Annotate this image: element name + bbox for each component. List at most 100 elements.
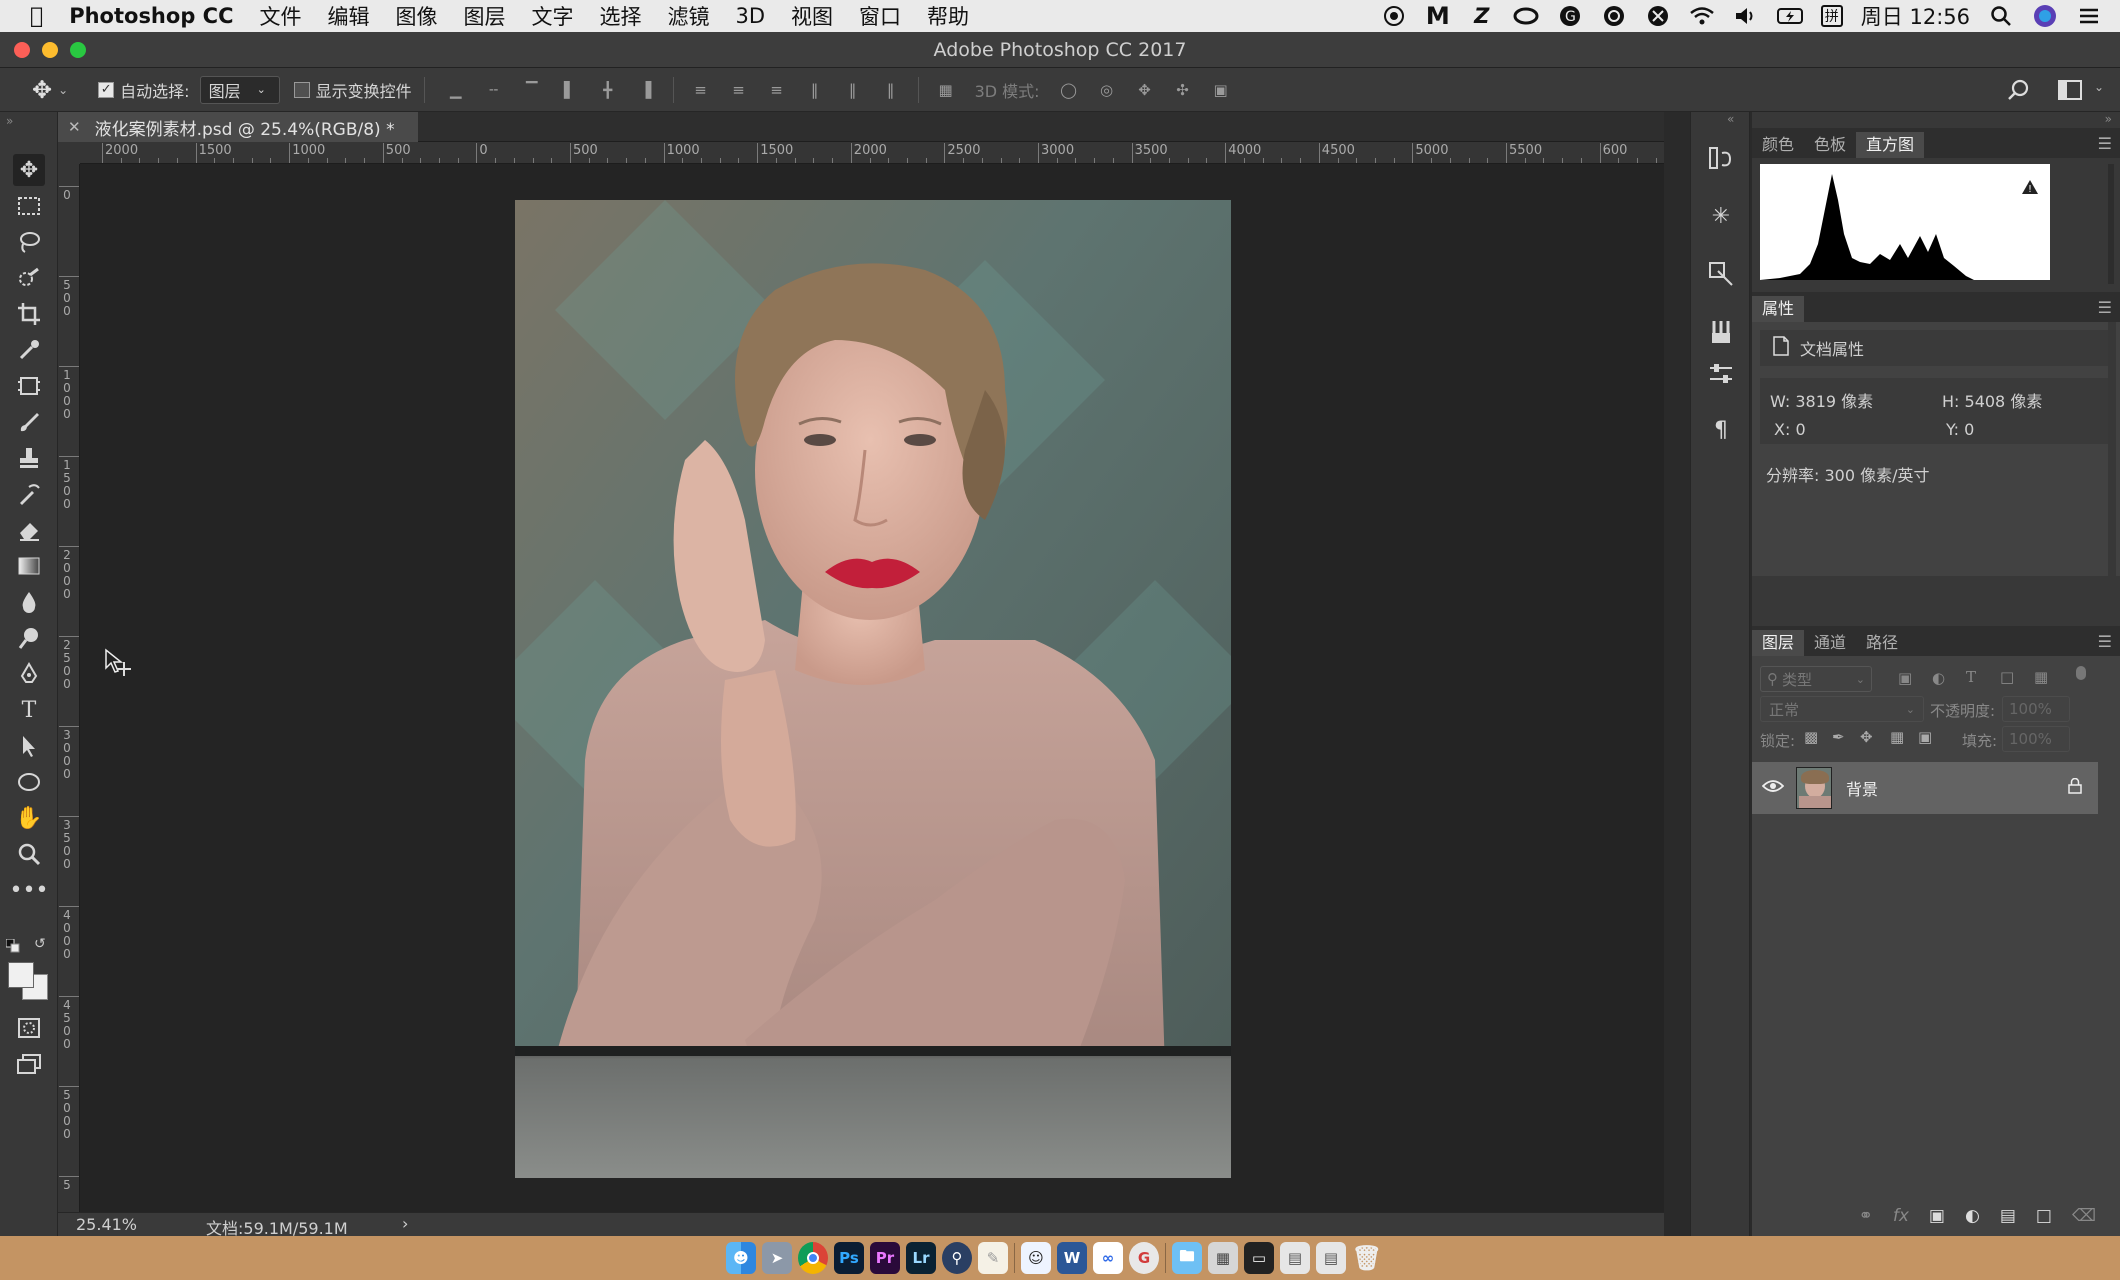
ellipse-tool-icon[interactable]: [13, 766, 45, 798]
lightroom-icon[interactable]: Lr: [906, 1242, 936, 1274]
path-selection-tool-icon[interactable]: [13, 730, 45, 762]
auto-select-checkbox[interactable]: ✓: [98, 81, 115, 98]
opacity-input[interactable]: 100%: [2002, 696, 2070, 722]
ruler-origin[interactable]: [58, 142, 80, 164]
z-app-icon[interactable]: Z: [1469, 4, 1495, 28]
zoom-window-button[interactable]: [70, 42, 86, 58]
pen-tool-icon[interactable]: [13, 658, 45, 690]
distribute-hcenter-icon[interactable]: ‖: [841, 78, 865, 102]
grammarly-dock-icon[interactable]: G: [1129, 1242, 1159, 1274]
blur-tool-icon[interactable]: [13, 586, 45, 618]
visibility-eye-icon[interactable]: [1761, 779, 1785, 797]
3d-slide-icon[interactable]: ✣: [1171, 78, 1195, 102]
crop-tool-icon[interactable]: [13, 298, 45, 330]
notes-icon[interactable]: ✎: [978, 1242, 1008, 1274]
dodge-tool-icon[interactable]: [13, 622, 45, 654]
y-value[interactable]: Y: 0: [1946, 420, 1974, 439]
input-method-icon[interactable]: 拼: [1820, 5, 1843, 27]
layer-name[interactable]: 背景: [1846, 776, 1878, 800]
tab-layers[interactable]: 图层: [1752, 630, 1805, 656]
search-icon[interactable]: [2006, 77, 2032, 103]
brushes-panel-icon[interactable]: [1705, 316, 1737, 348]
swap-colors-icon[interactable]: ↺: [34, 936, 46, 952]
document-tab[interactable]: ✕ 液化案例素材.psd @ 25.4%(RGB/8) *: [58, 112, 418, 142]
app-menu[interactable]: Photoshop CC: [69, 4, 233, 28]
quicktime-icon[interactable]: ⚲: [942, 1242, 972, 1274]
creative-cloud-icon[interactable]: [1513, 5, 1539, 27]
apple-icon[interactable]: : [30, 4, 43, 29]
panel-menu-icon[interactable]: ☰: [2098, 632, 2112, 651]
layer-row[interactable]: 背景: [1752, 762, 2098, 814]
distribute-bottom-icon[interactable]: ≡: [765, 78, 789, 102]
horizontal-ruler[interactable]: 2000 1500 1000 500 0 500 1000 1500 2000 2500 3000 3…: [80, 142, 1664, 164]
frame-tool-icon[interactable]: [13, 370, 45, 402]
qq-icon[interactable]: ☺: [1021, 1242, 1051, 1274]
info-panel-icon[interactable]: [1705, 258, 1737, 290]
lock-image-icon[interactable]: ✒: [1832, 728, 1845, 746]
close-window-button[interactable]: [14, 42, 30, 58]
tab-channels[interactable]: 通道: [1804, 630, 1856, 656]
more-tools-icon[interactable]: •••: [10, 874, 49, 906]
lasso-tool-icon[interactable]: [13, 226, 45, 258]
clone-stamp-tool-icon[interactable]: [13, 442, 45, 474]
align-top-icon[interactable]: ▁: [444, 78, 468, 102]
marquee-tool-icon[interactable]: [13, 190, 45, 222]
width-value[interactable]: W: 3819 像素: [1770, 388, 1873, 412]
move-tool-preset-icon[interactable]: ✥: [32, 76, 52, 104]
document-stack-icon[interactable]: ▤: [1280, 1242, 1310, 1274]
sync-icon[interactable]: [1601, 5, 1627, 27]
new-group-icon[interactable]: ▤: [2000, 1206, 2016, 1226]
menu-view[interactable]: 视图: [791, 1, 833, 31]
adjustment-layer-icon[interactable]: ◐: [1965, 1206, 1980, 1226]
panel-menu-icon[interactable]: ☰: [2098, 298, 2112, 317]
3d-pan-icon[interactable]: ✥: [1133, 78, 1157, 102]
foreground-color-swatch[interactable]: [8, 962, 34, 988]
spotlight-search-icon[interactable]: [1988, 5, 2014, 27]
menu-layer[interactable]: 图层: [463, 1, 505, 31]
launchpad-icon[interactable]: ➤: [762, 1242, 792, 1274]
histogram-scrollbar[interactable]: [2108, 164, 2114, 284]
menu-filter[interactable]: 滤镜: [667, 1, 709, 31]
properties-scrollbar[interactable]: [2108, 322, 2116, 576]
history-panel-icon[interactable]: [1705, 142, 1737, 174]
height-value[interactable]: H: 5408 像素: [1942, 388, 2042, 412]
x-value[interactable]: X: 0: [1774, 420, 1806, 439]
bluetooth-app-icon[interactable]: [1645, 5, 1671, 27]
distribute-top-icon[interactable]: ≡: [689, 78, 713, 102]
hand-tool-icon[interactable]: ✋: [13, 802, 45, 834]
folder-icon[interactable]: 🖿: [1172, 1242, 1202, 1274]
new-layer-icon[interactable]: □: [2036, 1206, 2052, 1226]
grammarly-icon[interactable]: G: [1557, 5, 1583, 27]
3d-scale-icon[interactable]: ▣: [1209, 78, 1233, 102]
menu-select[interactable]: 选择: [599, 1, 641, 31]
distribute-vcenter-icon[interactable]: ≡: [727, 78, 751, 102]
trash-icon[interactable]: ⌫: [2072, 1206, 2096, 1226]
record-icon[interactable]: [1381, 5, 1407, 27]
navigator-panel-icon[interactable]: ✳: [1705, 200, 1737, 232]
eraser-tool-icon[interactable]: [13, 514, 45, 546]
panel-menu-icon[interactable]: ☰: [2098, 134, 2112, 153]
tab-histogram[interactable]: 直方图: [1856, 132, 1925, 158]
zoom-tool-icon[interactable]: [13, 838, 45, 870]
volume-icon[interactable]: [1733, 5, 1759, 27]
align-bottom-icon[interactable]: ▔: [520, 78, 544, 102]
trash-dock-icon[interactable]: 🗑: [1352, 1242, 1382, 1274]
add-mask-icon[interactable]: ▣: [1929, 1206, 1945, 1226]
menu-window[interactable]: 窗口: [859, 1, 901, 31]
tab-properties[interactable]: 属性: [1752, 296, 1805, 322]
minimize-window-button[interactable]: [42, 42, 58, 58]
workspace-switcher-icon[interactable]: [2058, 79, 2082, 105]
tab-color[interactable]: 颜色: [1752, 132, 1804, 158]
menu-help[interactable]: 帮助: [927, 1, 969, 31]
filter-pixel-icon[interactable]: ▣: [1898, 669, 1912, 687]
align-vertical-center-icon[interactable]: ╌: [482, 78, 506, 102]
brush-tool-icon[interactable]: [13, 406, 45, 438]
screen-mode-icon[interactable]: [13, 1048, 45, 1080]
align-horizontal-center-icon[interactable]: ╋: [596, 78, 620, 102]
filter-toggle-icon[interactable]: [2076, 666, 2086, 680]
auto-select-dropdown[interactable]: 图层 ⌄: [199, 75, 280, 104]
history-brush-tool-icon[interactable]: [13, 478, 45, 510]
link-layers-icon[interactable]: ⚭: [1859, 1206, 1873, 1226]
3d-orbit-icon[interactable]: ◯: [1057, 78, 1081, 102]
zoom-level[interactable]: 25.41%: [76, 1215, 137, 1234]
